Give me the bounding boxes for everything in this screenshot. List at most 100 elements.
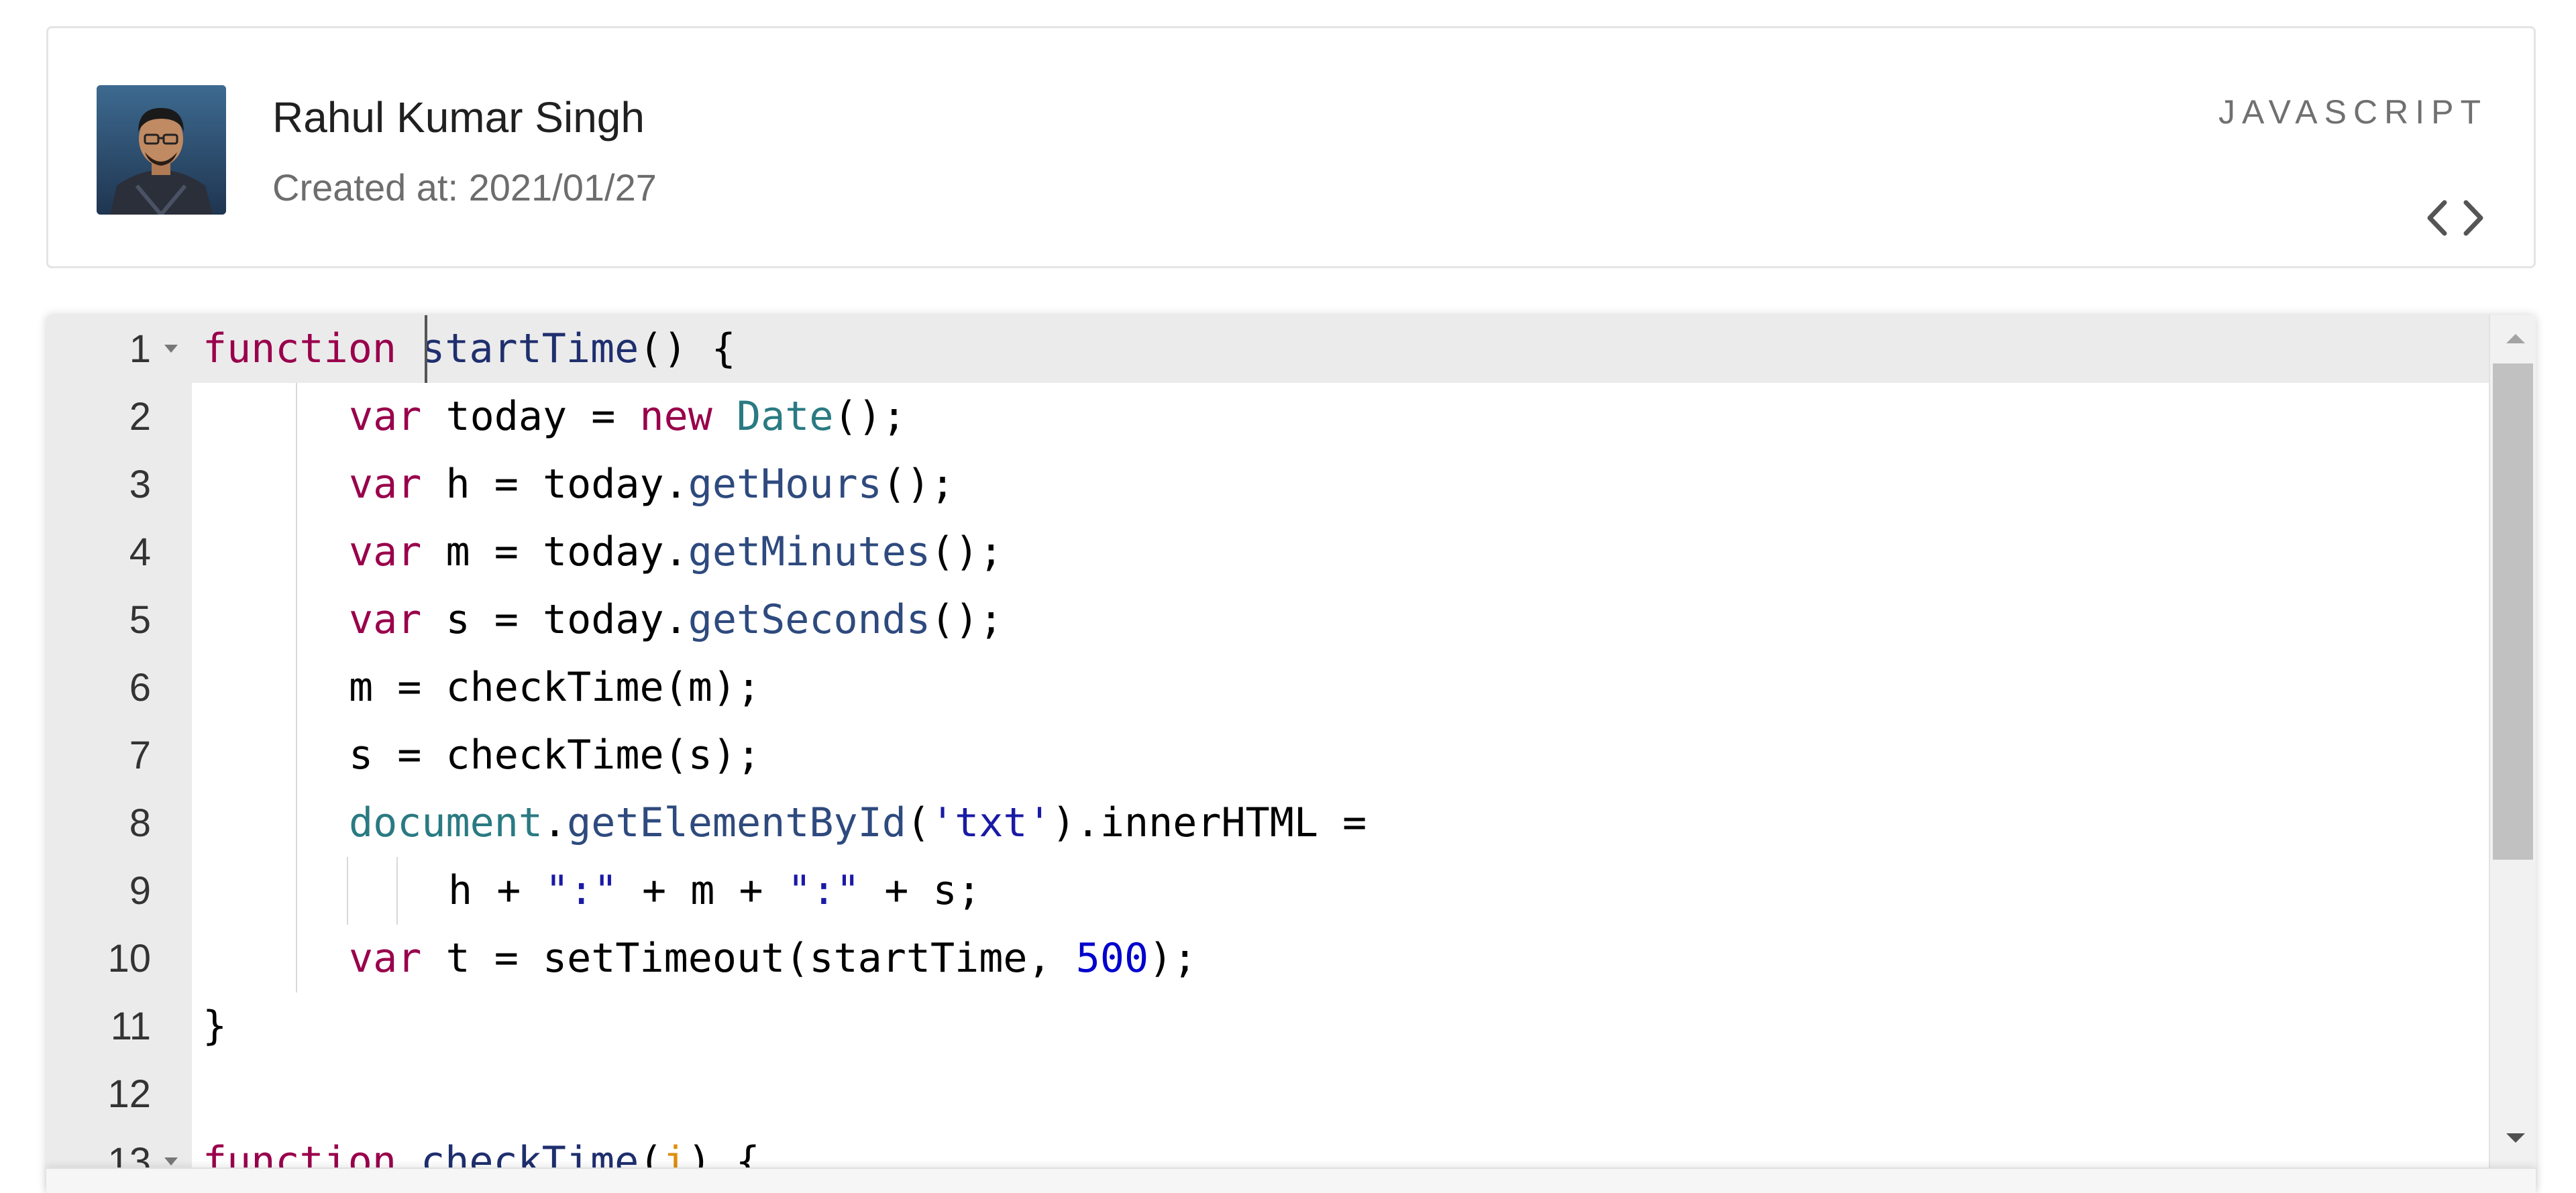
token-plain: . — [542, 799, 568, 846]
scroll-down-arrow-icon[interactable] — [2506, 1133, 2525, 1143]
code-line-10[interactable]: 10 var t = setTimeout(startTime, 500); — [46, 925, 2489, 992]
indent-guide — [296, 722, 297, 789]
line-number: 1 — [129, 327, 151, 371]
token-class: document — [349, 799, 543, 846]
vertical-scrollbar[interactable] — [2489, 315, 2536, 1193]
code-line-9[interactable]: 9 h + ":" + m + ":" + s; — [46, 857, 2489, 925]
line-number: 6 — [129, 666, 151, 709]
code-line-6[interactable]: 6 m = checkTime(m); — [46, 654, 2489, 722]
line-number: 9 — [129, 869, 151, 913]
code-text: document.getElementById('txt').innerHTML… — [349, 789, 1366, 857]
indent-guide — [296, 857, 297, 925]
code-text: var s = today.getSeconds(); — [349, 586, 1003, 654]
line-number: 4 — [129, 530, 151, 574]
token-method: getHours — [688, 461, 882, 508]
token-keyword: function — [203, 325, 396, 372]
code-text: s = checkTime(s); — [349, 732, 761, 779]
text-cursor — [425, 315, 427, 383]
token-plain: + m + — [617, 867, 788, 914]
code-text: function startTime() { — [203, 315, 736, 383]
code-line-8[interactable]: 8 document.getElementById('txt').innerHT… — [46, 789, 2489, 857]
indent-guide — [296, 383, 297, 451]
token-method: getElementById — [567, 799, 906, 846]
code-text: var h = today.getHours(); — [349, 451, 955, 518]
author-name[interactable]: Rahul Kumar Singh — [272, 93, 645, 142]
language-label: JAVASCRIPT — [2218, 93, 2487, 131]
code-text: var t = setTimeout(startTime, 500); — [349, 925, 1197, 992]
line-number: 11 — [110, 1005, 151, 1048]
code-line-2[interactable]: 2 var today = new Date(); — [46, 383, 2489, 451]
indent-guide — [347, 857, 348, 925]
indent-guide — [296, 451, 297, 518]
indent-guide — [296, 654, 297, 722]
snippet-header-card: Rahul Kumar Singh Created at: 2021/01/27… — [46, 26, 2536, 268]
code-line-3[interactable]: 3 var h = today.getHours(); — [46, 451, 2489, 518]
token-plain: ).innerHTML = — [1051, 799, 1367, 846]
token-string: ":" — [787, 867, 861, 914]
code-lines: 1 function startTime() { 2 var today = n… — [46, 315, 2489, 1193]
line-number: 10 — [107, 937, 151, 980]
line-number: 2 — [129, 395, 151, 439]
token-plain: today = — [421, 393, 640, 440]
token-plain: m = today. — [421, 528, 688, 575]
code-line-5[interactable]: 5 var s = today.getSeconds(); — [46, 586, 2489, 654]
token-plain: h = today. — [421, 461, 688, 508]
code-editor[interactable]: 1 function startTime() { 2 var today = n… — [46, 315, 2536, 1193]
avatar-image — [97, 85, 226, 215]
token-class: Date — [736, 393, 834, 440]
code-text: var m = today.getMinutes(); — [349, 518, 1003, 586]
scrollbar-thumb[interactable] — [2493, 363, 2533, 860]
token-number: 500 — [1075, 935, 1149, 982]
token-keyword: var — [349, 528, 422, 575]
token-plain: s = today. — [421, 596, 688, 643]
token-plain: () { — [639, 325, 736, 372]
token-method: getMinutes — [688, 528, 930, 575]
code-brackets-icon — [2427, 200, 2483, 236]
indent-guide — [296, 586, 297, 654]
indent-guide — [296, 925, 297, 992]
indent-guide — [296, 789, 297, 857]
code-text: m = checkTime(m); — [349, 664, 761, 711]
embed-code-button[interactable] — [2423, 194, 2487, 241]
created-at-date: Created at: 2021/01/27 — [272, 166, 657, 209]
code-line-12[interactable]: 12 — [46, 1060, 2489, 1128]
token-function-name: startTime — [421, 325, 639, 372]
token-plain: t = setTimeout(startTime, — [421, 935, 1076, 982]
line-number: 7 — [129, 734, 151, 777]
token-keyword: new — [639, 393, 712, 440]
token-string: 'txt' — [930, 799, 1052, 846]
created-at-text: Created at: 2021/01/27 — [272, 166, 657, 209]
token-plain: ( — [906, 799, 930, 846]
code-line-11[interactable]: 11 } — [46, 992, 2489, 1060]
token-keyword: var — [349, 393, 422, 440]
code-text: h + ":" + m + ":" + s; — [448, 857, 981, 925]
token-plain: (); — [881, 461, 955, 508]
token-plain: ); — [1148, 935, 1197, 982]
token-plain: (); — [930, 596, 1004, 643]
scroll-up-arrow-icon[interactable] — [2506, 334, 2525, 343]
code-line-7[interactable]: 7 s = checkTime(s); — [46, 722, 2489, 789]
line-number: 12 — [107, 1072, 151, 1116]
indent-guide — [396, 857, 398, 925]
token-method: getSeconds — [688, 596, 930, 643]
token-plain: (); — [930, 528, 1004, 575]
next-panel-edge — [46, 1168, 2536, 1193]
fold-toggle-icon[interactable] — [164, 345, 178, 353]
fold-toggle-icon[interactable] — [164, 1157, 178, 1166]
code-line-1[interactable]: 1 function startTime() { — [46, 315, 2489, 383]
token-keyword: var — [349, 596, 422, 643]
code-line-4[interactable]: 4 var m = today.getMinutes(); — [46, 518, 2489, 586]
indent-guide — [296, 518, 297, 586]
token-keyword: var — [349, 461, 422, 508]
line-number: 5 — [129, 598, 151, 642]
token-string: ":" — [545, 867, 618, 914]
author-avatar[interactable] — [97, 85, 226, 215]
code-text: } — [203, 1003, 227, 1049]
token-plain: + s; — [860, 867, 981, 914]
token-plain: h + — [448, 867, 545, 914]
token-plain: (); — [833, 393, 906, 440]
line-number: 8 — [129, 801, 151, 845]
code-text: var today = new Date(); — [349, 383, 906, 451]
